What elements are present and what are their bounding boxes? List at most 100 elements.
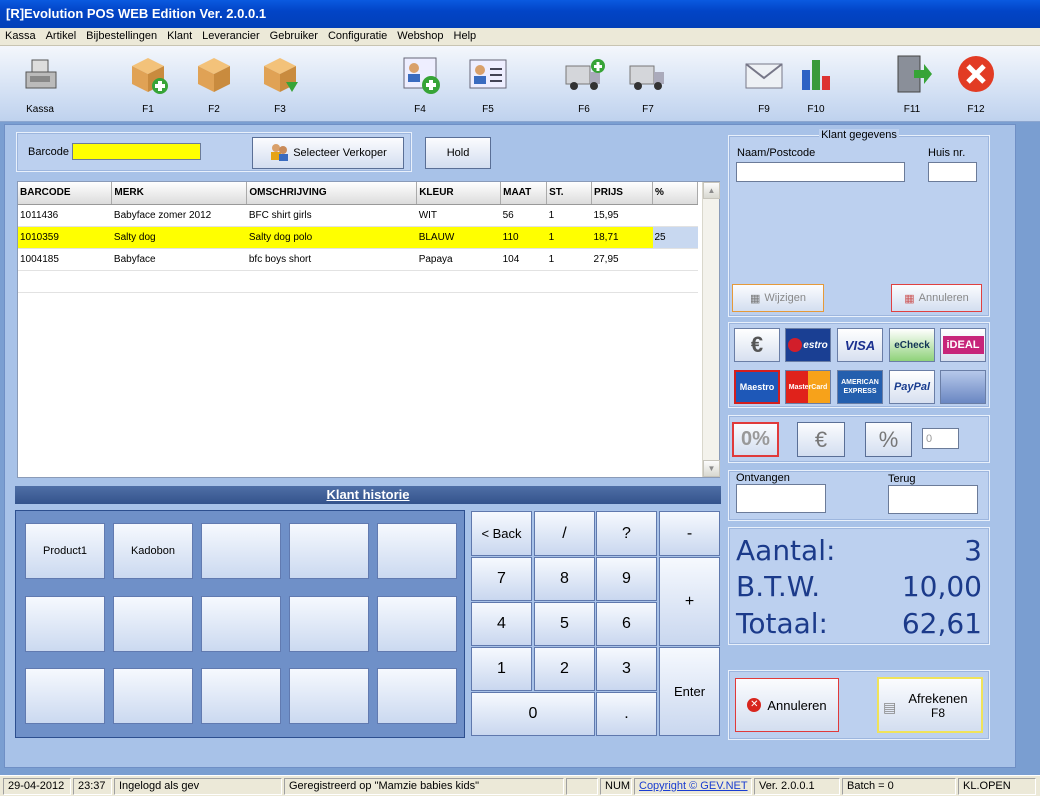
klant-annuleren-button[interactable]: ▦ Annuleren — [891, 284, 982, 312]
pay-ideal[interactable]: iDEAL — [940, 328, 986, 362]
tile-empty[interactable] — [201, 668, 281, 724]
ontvangen-input[interactable] — [736, 484, 826, 513]
zero-percent-button[interactable]: 0% — [732, 422, 779, 457]
copyright-link[interactable]: Copyright © GEV.NET — [634, 778, 752, 795]
key-3[interactable]: 3 — [596, 647, 657, 691]
key-2[interactable]: 2 — [534, 647, 595, 691]
key-0[interactable]: 0 — [471, 692, 595, 736]
col-merk[interactable]: MERK — [111, 182, 248, 205]
key-enter[interactable]: Enter — [659, 647, 720, 736]
tile-empty[interactable] — [289, 596, 369, 652]
f9-mail-button[interactable]: F9 — [734, 52, 794, 120]
tile-empty[interactable] — [289, 523, 369, 579]
product-grid[interactable]: BARCODE MERK OMSCHRIJVING KLEUR MAAT ST.… — [17, 181, 720, 478]
tile-kadobon[interactable]: Kadobon — [113, 523, 193, 579]
exit-door-icon — [890, 52, 934, 96]
table-row[interactable]: 1004185 Babyface bfc boys short Papaya 104 1 2… — [18, 248, 698, 271]
scroll-down-icon[interactable]: ▼ — [703, 460, 720, 477]
col-prijs[interactable]: PRIJS — [591, 182, 653, 205]
menu-kassa[interactable]: Kassa — [0, 28, 41, 42]
key-question[interactable]: ? — [596, 511, 657, 556]
key-1[interactable]: 1 — [471, 647, 532, 691]
f2-product-button[interactable]: F2 — [184, 52, 244, 120]
kassa-button[interactable]: Kassa — [10, 52, 70, 120]
terug-input[interactable] — [888, 485, 978, 514]
key-5[interactable]: 5 — [534, 602, 595, 646]
pay-paypal[interactable]: PayPal — [889, 370, 935, 404]
wijzigen-button[interactable]: ▦ Wijzigen — [732, 284, 824, 312]
pay-amex[interactable]: AMERICAN EXPRESS — [837, 370, 883, 404]
key-dot[interactable]: . — [596, 692, 657, 736]
tile-empty[interactable] — [201, 523, 281, 579]
col-maat[interactable]: MAAT — [500, 182, 548, 205]
selecteer-verkoper-button[interactable]: Selecteer Verkoper — [252, 137, 404, 169]
pay-empty[interactable] — [940, 370, 986, 404]
tile-empty[interactable] — [113, 596, 193, 652]
key-8[interactable]: 8 — [534, 557, 595, 601]
col-st[interactable]: ST. — [546, 182, 593, 205]
key-plus[interactable]: + — [659, 557, 720, 646]
hold-button[interactable]: Hold — [425, 137, 491, 169]
key-slash[interactable]: / — [534, 511, 595, 556]
barcode-input[interactable] — [72, 143, 201, 160]
pay-maestro[interactable]: Maestro — [734, 370, 780, 404]
pay-mastercard[interactable]: MasterCard — [785, 370, 831, 404]
f7-supplier-button[interactable]: F7 — [618, 52, 678, 120]
col-pct[interactable]: % — [652, 182, 698, 205]
discount-percent-button[interactable]: % — [865, 422, 912, 457]
menu-artikel[interactable]: Artikel — [41, 28, 82, 42]
tile-empty[interactable] — [201, 596, 281, 652]
huis-nr-input[interactable] — [928, 162, 977, 182]
tile-empty[interactable] — [377, 596, 457, 652]
col-omschrijving[interactable]: OMSCHRIJVING — [246, 182, 418, 205]
f6-add-supplier-button[interactable]: F6 — [554, 52, 614, 120]
col-barcode[interactable]: BARCODE — [18, 182, 113, 205]
discount-value-input[interactable] — [922, 428, 959, 449]
tile-empty[interactable] — [289, 668, 369, 724]
key-back[interactable]: < Back — [471, 511, 532, 556]
menu-gebruiker[interactable]: Gebruiker — [265, 28, 323, 42]
menu-configuratie[interactable]: Configuratie — [323, 28, 392, 42]
scroll-up-icon[interactable]: ▲ — [703, 182, 720, 199]
f11-exit-button[interactable]: F11 — [882, 52, 942, 120]
naam-postcode-input[interactable] — [736, 162, 905, 182]
table-row[interactable]: 1011436 Babyface zomer 2012 BFC shirt girl… — [18, 204, 698, 227]
key-4[interactable]: 4 — [471, 602, 532, 646]
f10-report-button[interactable]: F10 — [786, 52, 846, 120]
f1-add-product-button[interactable]: F1 — [118, 52, 178, 120]
afrekenen-button[interactable]: Afrekenen F8 ▤ — [877, 677, 983, 733]
f12-close-button[interactable]: F12 — [946, 52, 1006, 120]
btw-label: B.T.W. — [736, 570, 821, 603]
annuleren-button[interactable]: ✕ Annuleren — [735, 678, 839, 732]
f5-customer-button[interactable]: F5 — [458, 52, 518, 120]
key-7[interactable]: 7 — [471, 557, 532, 601]
tile-product1[interactable]: Product1 — [25, 523, 105, 579]
col-kleur[interactable]: KLEUR — [416, 182, 502, 205]
pay-visa[interactable]: VISA — [837, 328, 883, 362]
menu-leverancier[interactable]: Leverancier — [197, 28, 264, 42]
tile-empty[interactable] — [25, 596, 105, 652]
menu-bijbestellingen[interactable]: Bijbestellingen — [81, 28, 162, 42]
tile-empty[interactable] — [377, 668, 457, 724]
menu-webshop[interactable]: Webshop — [392, 28, 448, 42]
pay-echeck[interactable]: eCheck — [889, 328, 935, 362]
tile-empty[interactable] — [25, 668, 105, 724]
table-row-selected[interactable]: 1010359 Salty dog Salty dog polo BLAUW 110 1 1… — [18, 226, 698, 249]
klant-historie-header[interactable]: Klant historie — [15, 486, 721, 504]
toolbar: Kassa F1 F2 F3 F4 F5 F6 F7 F9 F10 F11 F1… — [0, 46, 1040, 122]
menu-help[interactable]: Help — [449, 28, 482, 42]
f3-receive-product-button[interactable]: F3 — [250, 52, 310, 120]
key-minus[interactable]: - — [659, 511, 720, 556]
grid-scrollbar[interactable]: ▲ ▼ — [702, 182, 720, 477]
discount-euro-button[interactable]: € — [797, 422, 845, 457]
f4-add-customer-button[interactable]: F4 — [390, 52, 450, 120]
pay-maestro-pin[interactable]: estro — [785, 328, 831, 362]
key-6[interactable]: 6 — [596, 602, 657, 646]
pay-cash-euro[interactable]: € — [734, 328, 780, 362]
menu-klant[interactable]: Klant — [162, 28, 197, 42]
key-9[interactable]: 9 — [596, 557, 657, 601]
tile-empty[interactable] — [377, 523, 457, 579]
historie-tiles: Product1 Kadobon — [15, 510, 465, 738]
tile-empty[interactable] — [113, 668, 193, 724]
bar-chart-icon — [794, 52, 838, 96]
